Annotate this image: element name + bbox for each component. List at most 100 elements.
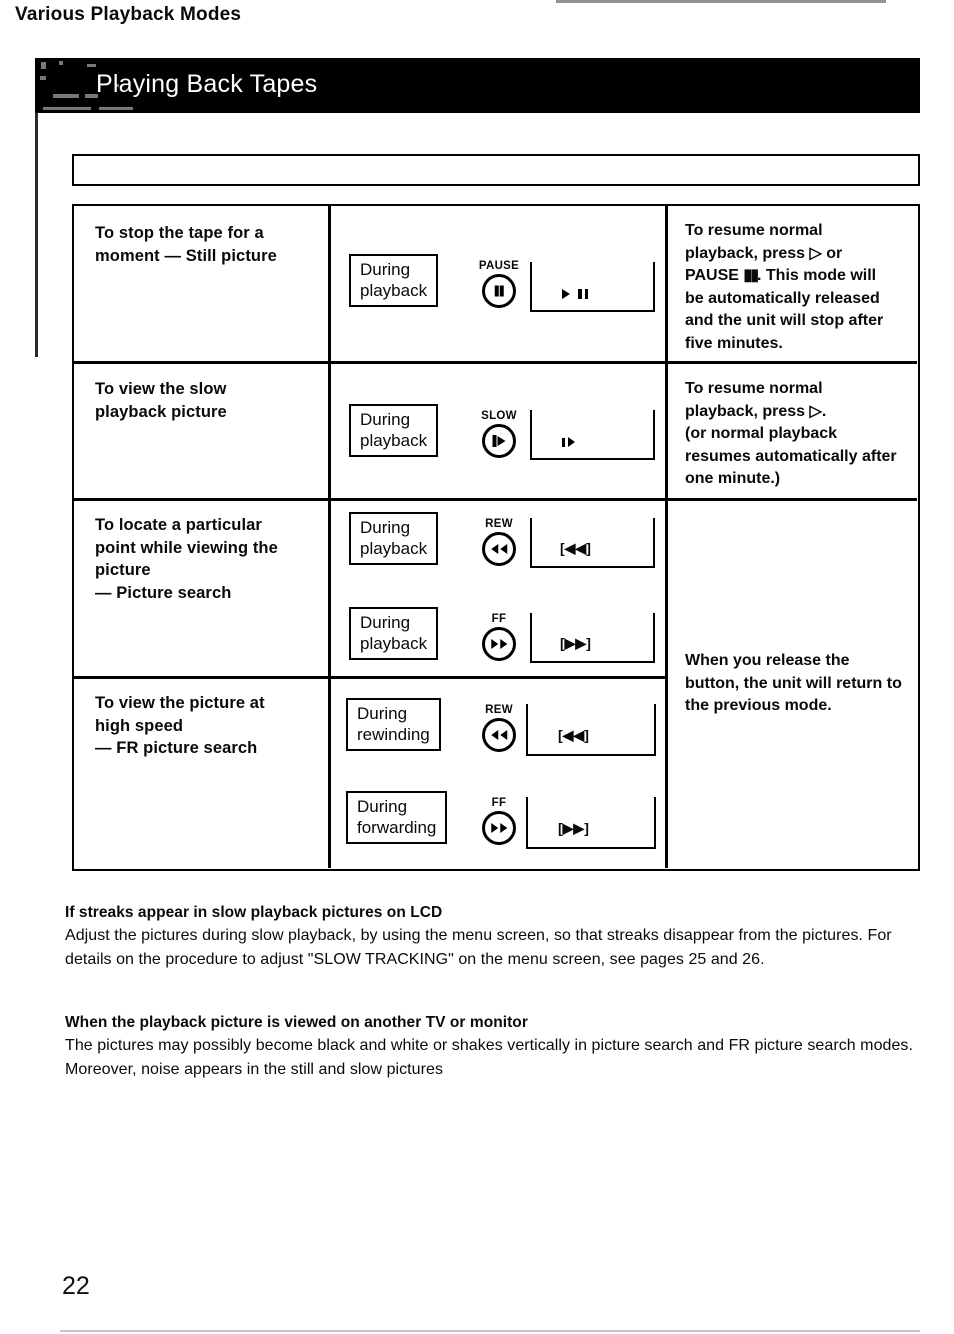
operation-state-line: During (357, 704, 408, 723)
pause-bar (494, 285, 499, 296)
scan-speck (53, 94, 79, 98)
scan-speck (41, 62, 46, 69)
lcd-indicator-rewind: [◀◀] (560, 540, 591, 556)
table-cell-description: To view the slow playback picture (95, 378, 227, 423)
operation-state-line: rewinding (357, 725, 430, 744)
table-row-divider-1 (74, 361, 917, 364)
note-heading: When the playback picture is viewed on a… (65, 1014, 528, 1031)
lcd-display-still (530, 262, 655, 312)
section-heading-box (72, 154, 920, 186)
note-line: five minutes. (685, 334, 783, 352)
description-line: playback picture (95, 402, 227, 421)
scan-speck (87, 64, 96, 67)
lcd-display-rew-search: [◀◀] (530, 518, 655, 568)
description-line: picture (95, 561, 151, 579)
page-number: 22 (62, 1272, 90, 1300)
table-cell-note: To resume normal playback, press ▷ or PA… (685, 220, 910, 355)
pause-bar (499, 285, 504, 296)
operation-state-box: During playback (349, 607, 439, 660)
table-cell-description: To view the picture at high speed — FR p… (95, 692, 265, 760)
pause-icon (482, 273, 516, 308)
note-line: playback, press ▷. (685, 402, 827, 420)
note-line: PAUSE ▮▮. This mode will (685, 267, 877, 284)
note-line: be automatically released (685, 289, 880, 307)
scan-artifact-top (556, 0, 886, 3)
rewind-triangle-icon (499, 543, 507, 554)
section-heading-label: Various Playback Modes (15, 4, 242, 25)
operation-state-line: forwarding (357, 818, 437, 837)
scan-artifact-left-edge (35, 110, 38, 357)
pause-bar (578, 289, 582, 299)
forward-triangle-icon (499, 638, 507, 649)
note-line: button, the unit will return to (685, 674, 902, 692)
operation-state-line: During (360, 518, 411, 537)
table-column-divider-2 (665, 206, 668, 868)
forward-triangle-icon (499, 822, 507, 833)
operation-state-line: During (360, 613, 411, 632)
description-line: — Picture search (95, 583, 232, 602)
pause-button[interactable]: PAUSE (474, 260, 524, 308)
play-triangle-icon (562, 289, 570, 299)
slow-icon (482, 423, 516, 458)
pause-button-label: PAUSE (478, 260, 520, 272)
lcd-indicator-fast-forward: [▶▶] (560, 635, 591, 651)
scan-artifact-bottom (60, 1330, 920, 1332)
rewind-icon (482, 717, 516, 752)
table-column-divider-1 (328, 206, 331, 868)
fast-forward-button[interactable]: FF (474, 797, 524, 845)
operation-state-box: During playback (349, 404, 439, 457)
operation-state-box: During forwarding (346, 791, 448, 844)
slow-triangle-icon (568, 437, 575, 447)
lcd-display-fr-ff: [▶▶] (526, 797, 656, 849)
lcd-indicator-slow (562, 437, 575, 447)
description-line: moment — Still picture (95, 246, 277, 265)
lcd-display-slow (530, 410, 655, 460)
forward-triangle-icon (491, 638, 499, 649)
page-title: Playing Back Tapes (96, 70, 318, 98)
scan-speck (43, 107, 91, 110)
lcd-indicator-play-pause (562, 289, 588, 299)
operation-state-box: During rewinding (346, 698, 441, 751)
fast-forward-glyph (491, 638, 507, 649)
rewind-button[interactable]: REW (474, 704, 524, 752)
scan-speck (59, 61, 63, 65)
slow-button-label: SLOW (481, 410, 517, 422)
operation-state-line: playback (360, 431, 428, 450)
playback-modes-table: To stop the tape for a moment — Still pi… (72, 204, 920, 871)
scan-speck (99, 107, 133, 110)
lcd-display-ff-search: [▶▶] (530, 613, 655, 663)
rewind-button-label: REW (485, 704, 513, 716)
rewind-button-label: REW (485, 518, 513, 530)
note-line: the previous mode. (685, 697, 832, 714)
slow-glyph (492, 434, 506, 447)
note-block-external-tv: When the playback picture is viewed on a… (65, 1012, 920, 1082)
operation-state-line: During (357, 797, 408, 816)
slow-triangle-icon (497, 435, 506, 446)
play-symbol-icon: ▷ (809, 244, 822, 262)
operation-state-line: playback (360, 539, 428, 558)
fast-forward-button[interactable]: FF (474, 613, 524, 661)
forward-triangle-icon (491, 822, 499, 833)
note-block-streaks: If streaks appear in slow playback pictu… (65, 902, 920, 972)
scan-speck (40, 76, 46, 80)
rewind-triangle-icon (491, 543, 499, 554)
table-cell-description: To stop the tape for a moment — Still pi… (95, 222, 277, 267)
note-line: playback, press ▷ or (685, 244, 843, 262)
rewind-triangle-icon (491, 729, 499, 740)
note-line: When you release the (685, 652, 850, 669)
note-line: (or normal playback (685, 425, 838, 442)
note-line: To resume normal (685, 222, 823, 239)
lcd-indicator-fast-forward: [▶▶] (558, 820, 589, 836)
fast-forward-button-label: FF (491, 797, 507, 809)
rewind-button[interactable]: REW (474, 518, 524, 566)
rewind-glyph (491, 543, 507, 554)
lcd-display-fr-rew: [◀◀] (526, 704, 656, 756)
note-text: Adjust the pictures during slow playback… (65, 927, 892, 968)
note-line: To resume normal (685, 380, 823, 397)
note-heading: If streaks appear in slow playback pictu… (65, 904, 443, 921)
slow-button[interactable]: SLOW (474, 410, 524, 458)
note-line: resumes automatically after (685, 447, 897, 465)
description-line: point while viewing the (95, 538, 278, 557)
note-line: one minute.) (685, 470, 781, 487)
slow-bar (492, 434, 496, 447)
